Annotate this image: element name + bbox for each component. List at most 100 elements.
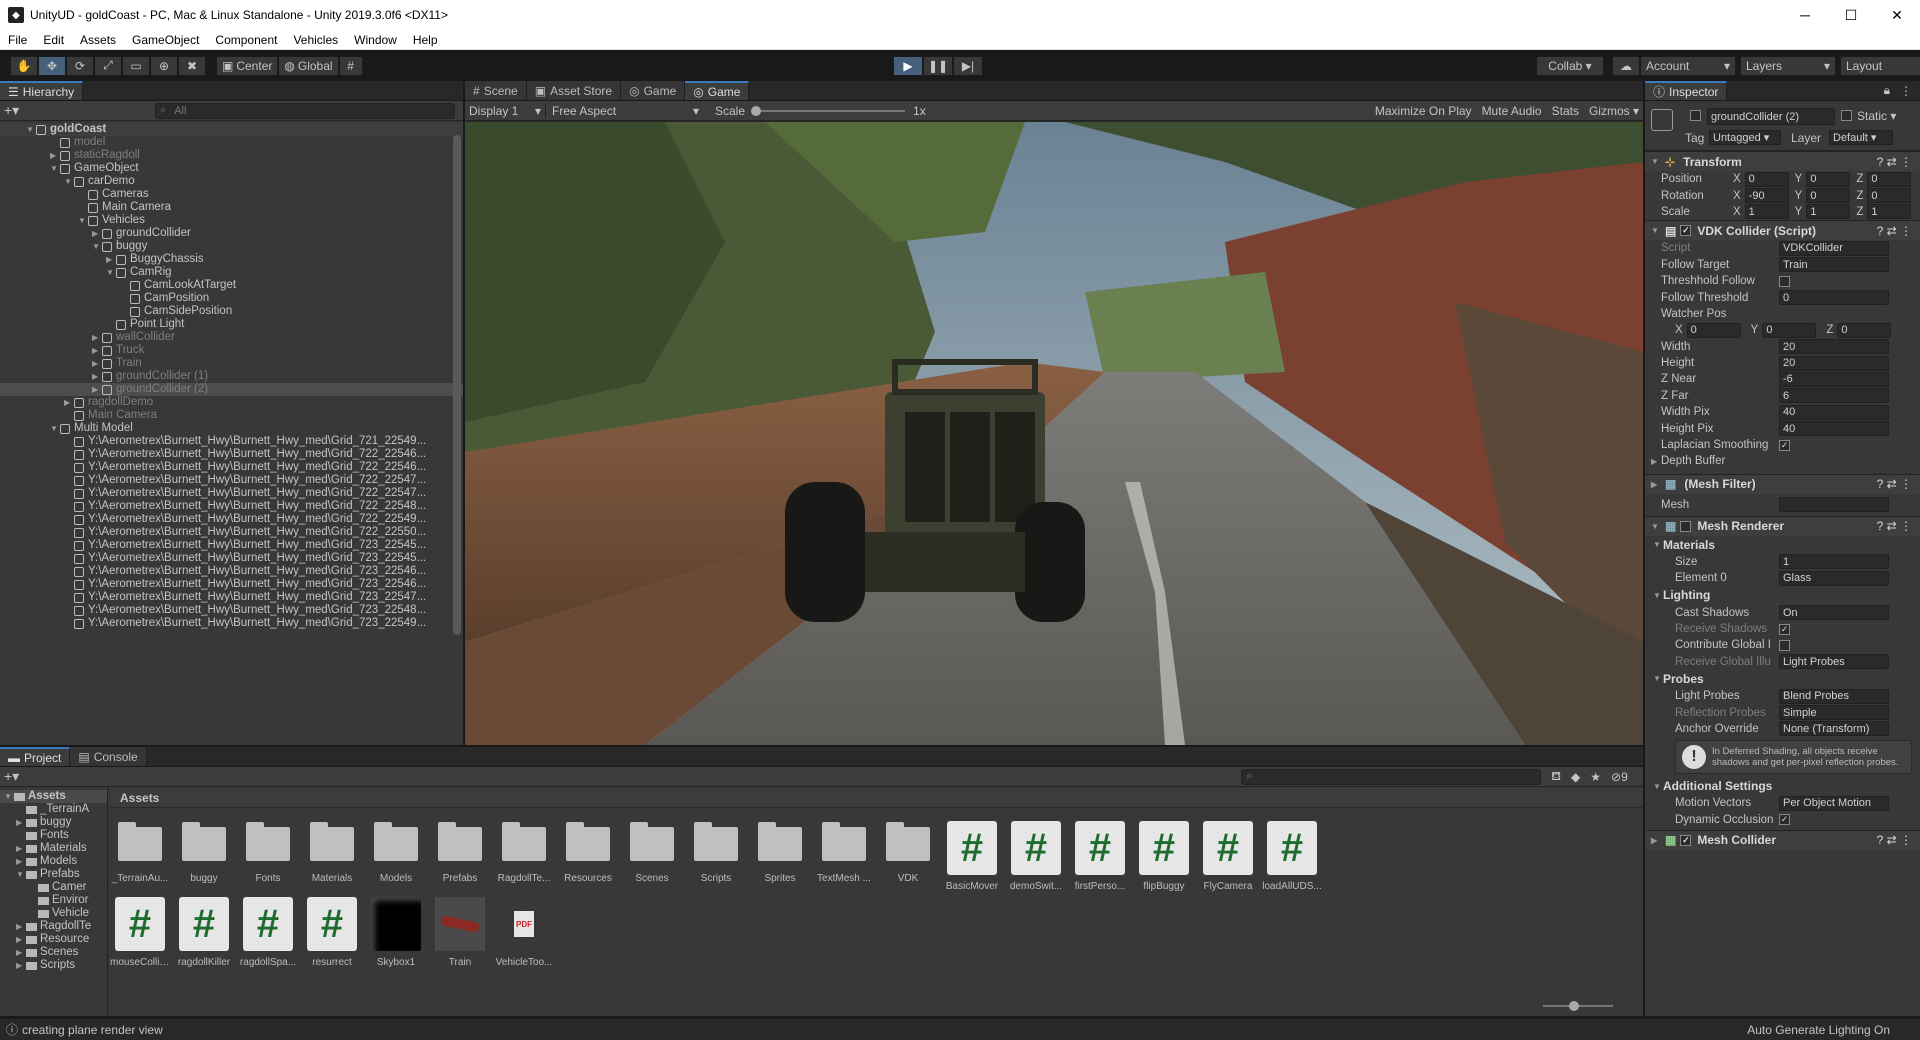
custom-tool-icon[interactable]: ✖ <box>178 55 206 76</box>
project-folder-item[interactable]: ▶ Models <box>0 855 107 868</box>
create-plus-button[interactable]: +▾ <box>4 102 19 119</box>
hierarchy-item[interactable]: ▼ GameObject <box>0 162 463 175</box>
hierarchy-item[interactable]: Y:\Aerometrex\Burnett_Hwy\Burnett_Hwy_me… <box>0 604 463 617</box>
chevron-down-icon[interactable]: ▼ <box>106 266 116 279</box>
asset-item[interactable]: Prefabs <box>430 821 490 884</box>
watcher-x-field[interactable]: 0 <box>1686 322 1741 338</box>
object-name-field[interactable]: groundCollider (2) <box>1707 108 1835 125</box>
pivot-center-button[interactable]: ▣ Center <box>216 55 279 76</box>
rotate-tool-icon[interactable]: ⟳ <box>66 55 94 76</box>
project-folder-item[interactable]: Camer <box>0 881 107 894</box>
light-probes-dropdown[interactable]: Blend Probes <box>1779 688 1889 704</box>
asset-item[interactable]: PDF VehicleToo... <box>494 897 554 968</box>
favorite-star-icon[interactable]: ★ <box>1590 770 1601 784</box>
mesh-collider-header[interactable]: ▶ ▦ ✓ Mesh Collider? ⇄ ⋮ <box>1645 829 1920 850</box>
static-checkbox[interactable] <box>1841 110 1852 121</box>
transform-y-field[interactable]: 1 <box>1806 204 1851 220</box>
renderer-enabled-checkbox[interactable] <box>1680 520 1692 532</box>
chevron-right-icon[interactable]: ▶ <box>92 344 102 357</box>
hierarchy-item[interactable]: CamLookAtTarget <box>0 279 463 292</box>
chevron-right-icon[interactable]: ▶ <box>92 383 102 396</box>
icon-size-slider[interactable] <box>1543 1001 1613 1011</box>
threshold-follow-checkbox[interactable] <box>1779 275 1790 287</box>
asset-item[interactable]: # firstPerso... <box>1070 821 1130 892</box>
mesh-renderer-header[interactable]: ▼ ▦ Mesh Renderer? ⇄ ⋮ <box>1645 515 1920 536</box>
probes-foldout[interactable]: ▼ Probes <box>1645 670 1920 688</box>
hierarchy-item[interactable]: ▼ Multi Model <box>0 422 463 435</box>
asset-item[interactable]: # loadAllUDS... <box>1262 821 1322 892</box>
project-folder-item[interactable]: Fonts <box>0 829 107 842</box>
transform-x-field[interactable]: 0 <box>1744 171 1789 187</box>
component-menu-icons[interactable]: ? ⇄ ⋮ <box>1877 833 1920 847</box>
menu-vehicles[interactable]: Vehicles <box>285 33 346 47</box>
chevron-right-icon[interactable]: ▶ <box>106 253 116 266</box>
asset-item[interactable]: Train <box>430 897 490 968</box>
vdk-field-input[interactable]: 20 <box>1779 339 1889 355</box>
hand-tool-icon[interactable]: ✋ <box>10 55 38 76</box>
vdk-field-input[interactable]: -6 <box>1779 371 1889 387</box>
asset-item[interactable]: # resurrect <box>302 897 362 968</box>
tag-dropdown[interactable]: Untagged ▾ <box>1709 130 1781 145</box>
chevron-right-icon[interactable]: ▶ <box>16 959 26 972</box>
hierarchy-item[interactable]: ▶ groundCollider <box>0 227 463 240</box>
asset-item[interactable]: TextMesh ... <box>814 821 874 884</box>
anchor-override-field[interactable]: None (Transform) <box>1779 721 1889 737</box>
display-dropdown[interactable]: Display 1 ▾ <box>469 104 545 118</box>
element0-field[interactable]: Glass <box>1779 570 1889 586</box>
minimize-button[interactable]: ─ <box>1782 0 1828 30</box>
chevron-down-icon[interactable]: ▼ <box>4 790 14 803</box>
vdk-field-input[interactable]: 6 <box>1779 388 1889 404</box>
cloud-icon[interactable]: ☁ <box>1612 55 1640 76</box>
project-folder-item[interactable]: _TerrainA <box>0 803 107 816</box>
laplacian-checkbox[interactable]: ✓ <box>1779 439 1790 451</box>
hierarchy-item[interactable]: Y:\Aerometrex\Burnett_Hwy\Burnett_Hwy_me… <box>0 513 463 526</box>
asset-item[interactable]: _TerrainAu... <box>110 821 170 884</box>
hierarchy-item[interactable]: ▶ wallCollider <box>0 331 463 344</box>
menu-window[interactable]: Window <box>346 33 405 47</box>
hierarchy-item[interactable]: ▶ groundCollider (2) <box>0 383 463 396</box>
chevron-right-icon[interactable]: ▶ <box>64 396 74 409</box>
account-dropdown[interactable]: Account ▾ <box>1640 55 1736 76</box>
transform-tool-icon[interactable]: ⊕ <box>150 55 178 76</box>
chevron-right-icon[interactable]: ▶ <box>50 149 60 162</box>
vdk-field-input[interactable]: 20 <box>1779 355 1889 371</box>
menu-edit[interactable]: Edit <box>35 33 72 47</box>
hierarchy-item[interactable]: Main Camera <box>0 201 463 214</box>
game-viewport[interactable] <box>465 122 1643 745</box>
create-plus-button[interactable]: +▾ <box>4 768 19 785</box>
hierarchy-item[interactable]: ▼ buggy <box>0 240 463 253</box>
asset-item[interactable]: RagdollTe... <box>494 821 554 884</box>
maximize-button[interactable]: ☐ <box>1828 0 1874 30</box>
hierarchy-item[interactable]: Y:\Aerometrex\Burnett_Hwy\Burnett_Hwy_me… <box>0 565 463 578</box>
asset-item[interactable]: # ragdollSpa... <box>238 897 298 968</box>
chevron-right-icon[interactable]: ▶ <box>92 331 102 344</box>
menu-gameobject[interactable]: GameObject <box>124 33 207 47</box>
project-search-input[interactable]: ⌕ <box>1241 768 1542 785</box>
tab-project[interactable]: ▬ Project <box>0 747 71 766</box>
hierarchy-item[interactable]: Y:\Aerometrex\Burnett_Hwy\Burnett_Hwy_me… <box>0 500 463 513</box>
gizmos-dropdown[interactable]: Gizmos ▾ <box>1589 104 1639 118</box>
active-checkbox[interactable] <box>1690 110 1701 121</box>
project-folder-item[interactable]: ▶ RagdollTe <box>0 920 107 933</box>
hierarchy-item[interactable]: ▶ staticRagdoll <box>0 149 463 162</box>
project-folder-item[interactable]: ▶ buggy <box>0 816 107 829</box>
tab-inspector[interactable]: ⓘ Inspector <box>1645 81 1728 100</box>
auto-lighting-status[interactable]: Auto Generate Lighting On <box>1747 1023 1920 1037</box>
hierarchy-item[interactable]: Y:\Aerometrex\Burnett_Hwy\Burnett_Hwy_me… <box>0 539 463 552</box>
hierarchy-item[interactable]: Point Light <box>0 318 463 331</box>
hierarchy-item[interactable]: Y:\Aerometrex\Burnett_Hwy\Burnett_Hwy_me… <box>0 578 463 591</box>
asset-item[interactable]: Scripts <box>686 821 746 884</box>
chevron-down-icon[interactable]: ▼ <box>50 422 60 435</box>
transform-z-field[interactable]: 0 <box>1867 188 1912 204</box>
hierarchy-item[interactable]: Y:\Aerometrex\Burnett_Hwy\Burnett_Hwy_me… <box>0 526 463 539</box>
hierarchy-item[interactable]: ▶ groundCollider (1) <box>0 370 463 383</box>
asset-item[interactable]: # demoSwit... <box>1006 821 1066 892</box>
status-message[interactable]: creating plane render view <box>22 1023 163 1037</box>
chevron-right-icon[interactable]: ▶ <box>16 920 26 933</box>
size-field[interactable]: 1 <box>1779 554 1889 570</box>
mute-audio-toggle[interactable]: Mute Audio <box>1482 104 1542 118</box>
asset-item[interactable]: Scenes <box>622 821 682 884</box>
step-button[interactable]: ▶| <box>953 55 983 76</box>
hierarchy-item[interactable]: ▶ Train <box>0 357 463 370</box>
depth-buffer-foldout[interactable]: Depth Buffer <box>1661 455 1725 467</box>
